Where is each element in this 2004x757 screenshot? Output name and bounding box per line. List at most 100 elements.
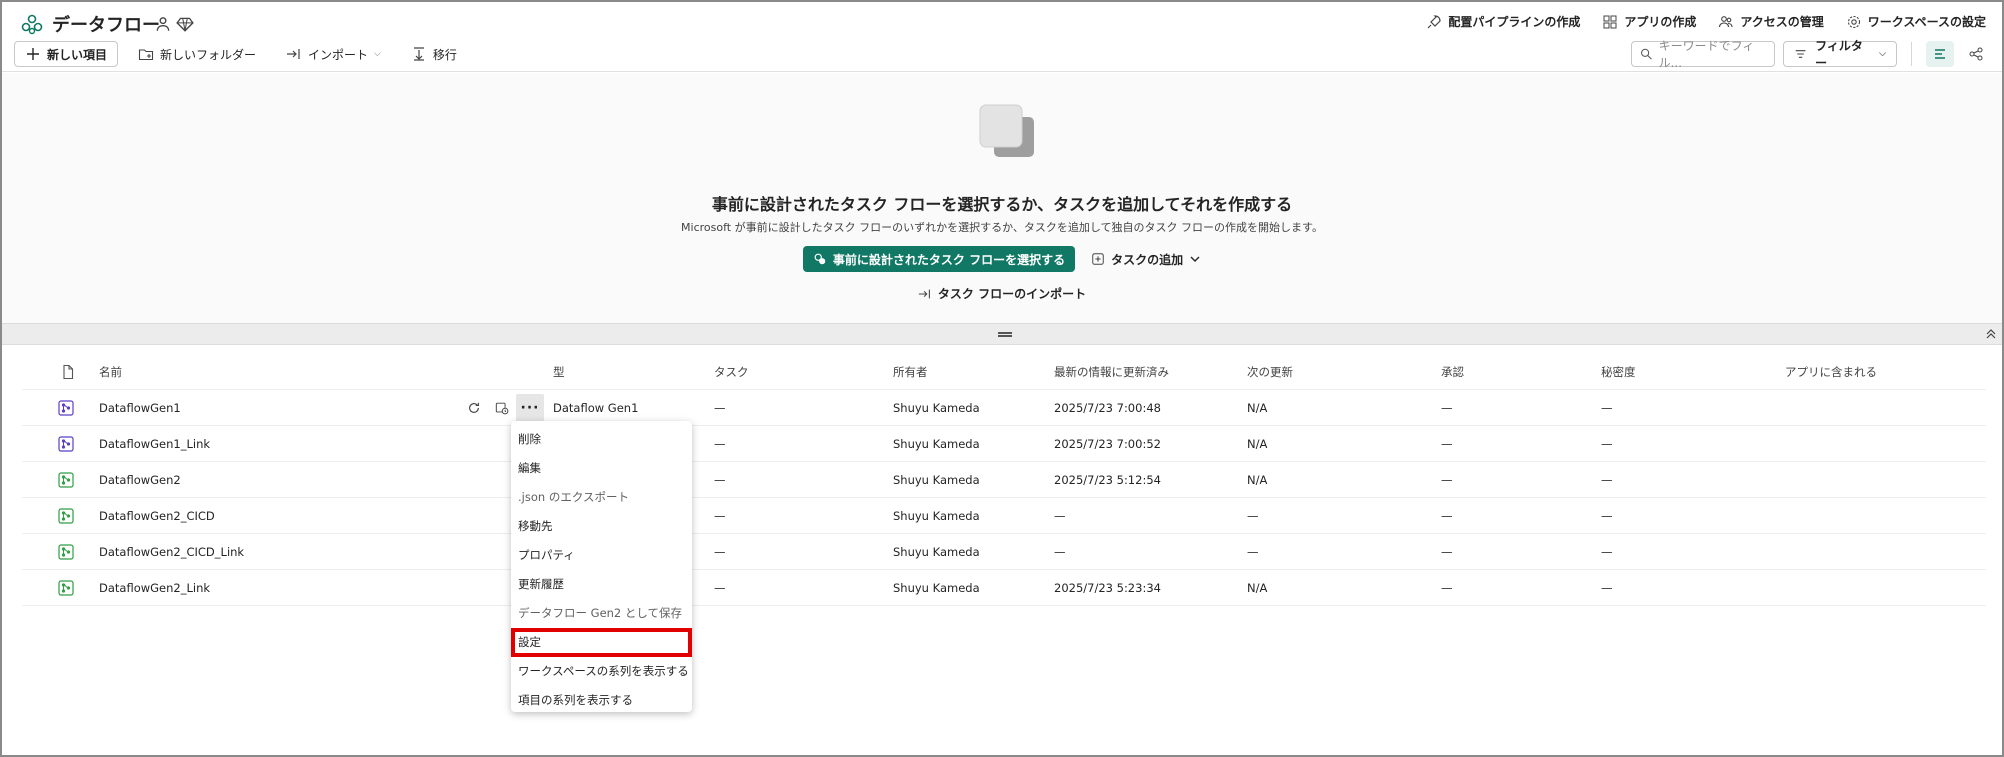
- header-name[interactable]: 名前: [99, 354, 122, 390]
- menu-item-move-to[interactable]: 移動先: [511, 512, 692, 541]
- refresh-button[interactable]: [460, 394, 488, 422]
- list-view-icon: [1935, 49, 1945, 59]
- table-row[interactable]: DataflowGen2_CICD — Shuyu Kameda — — — —: [22, 498, 1986, 534]
- create-app-label: アプリの作成: [1624, 15, 1697, 29]
- header-sensitivity[interactable]: 秘密度: [1601, 354, 1636, 390]
- cell-name[interactable]: DataflowGen2_Link: [99, 570, 210, 606]
- ellipsis-icon: ···: [520, 400, 540, 416]
- import-button[interactable]: インポート ⌵: [276, 41, 391, 67]
- header-refreshed[interactable]: 最新の情報に更新済み: [1054, 354, 1169, 390]
- header-type[interactable]: 型: [553, 354, 565, 390]
- cell-sensitivity: —: [1601, 473, 1613, 487]
- table-row[interactable]: DataflowGen2 — Shuyu Kameda 2025/7/23 5:12:…: [22, 462, 1986, 498]
- select-task-flow-button[interactable]: 事前に設計されたタスク フローを選択する: [802, 246, 1076, 272]
- workspace-settings-button[interactable]: ワークスペースの設定: [1846, 13, 1986, 30]
- panel-splitter[interactable]: [2, 323, 2002, 345]
- chevron-down-icon: [1190, 256, 1200, 262]
- cell-next-refresh: N/A: [1247, 581, 1268, 595]
- plus-icon: [27, 48, 39, 60]
- cell-refreshed: 2025/7/23 5:23:34: [1054, 581, 1161, 595]
- collapse-up-icon[interactable]: [1984, 327, 1998, 341]
- dataflow-icon: [58, 508, 74, 524]
- table-row[interactable]: DataflowGen2_CICD_Link — Shuyu Kameda — — — —: [22, 534, 1986, 570]
- cell-name[interactable]: DataflowGen1: [99, 390, 181, 426]
- menu-item-delete[interactable]: 削除: [511, 425, 692, 454]
- create-app-button[interactable]: アプリの作成: [1602, 13, 1696, 30]
- cell-sensitivity: —: [1601, 581, 1613, 595]
- cell-name[interactable]: DataflowGen1_Link: [99, 426, 210, 462]
- schedule-button[interactable]: [488, 394, 516, 422]
- more-options-button[interactable]: ···: [516, 394, 544, 422]
- cell-sensitivity: —: [1601, 437, 1613, 451]
- task-flow-actions: 事前に設計されたタスク フローを選択する タスクの追加: [2, 246, 2002, 272]
- divider: [1911, 42, 1912, 66]
- import-task-flow-label: タスク フローのインポート: [937, 287, 1087, 301]
- workspace-settings-label: ワークスペースの設定: [1867, 15, 1986, 29]
- drag-handle-icon[interactable]: [998, 332, 1012, 337]
- cell-owner: Shuyu Kameda: [893, 509, 980, 523]
- cell-name[interactable]: DataflowGen2_CICD_Link: [99, 534, 244, 570]
- add-box-icon: [1092, 253, 1104, 265]
- gear-icon: [1847, 15, 1860, 28]
- migrate-icon: [413, 47, 424, 61]
- header-endorsement[interactable]: 承認: [1441, 354, 1464, 390]
- menu-item-item-lineage[interactable]: 項目の系列を表示する: [511, 686, 692, 715]
- dataflow-icon: [58, 400, 74, 416]
- table-row[interactable]: DataflowGen2_Link — Shuyu Kameda 2025/7/23 …: [22, 570, 1986, 606]
- add-task-button[interactable]: タスクの追加: [1091, 246, 1201, 272]
- people-settings-icon[interactable]: [154, 15, 172, 33]
- filter-button[interactable]: フィルター ⌵: [1783, 39, 1897, 70]
- search-input[interactable]: キーワードでフィル...: [1631, 39, 1775, 70]
- header-next-refresh[interactable]: 次の更新: [1247, 354, 1293, 390]
- menu-item-properties[interactable]: プロパティ: [511, 541, 692, 570]
- lineage-view-button[interactable]: [1962, 41, 1990, 67]
- refresh-icon: [469, 402, 479, 413]
- cell-next-refresh: —: [1247, 545, 1259, 559]
- cell-task: —: [714, 545, 726, 559]
- cell-refreshed: —: [1054, 509, 1066, 523]
- new-item-label: 新しい項目: [47, 47, 108, 62]
- cell-endorsement: —: [1441, 509, 1453, 523]
- new-folder-button[interactable]: 新しいフォルダー: [128, 41, 266, 67]
- task-flow-title: 事前に設計されたタスク フローを選択するか、タスクを追加してそれを作成する: [711, 195, 1293, 214]
- diamond-icon[interactable]: [176, 15, 194, 33]
- manage-access-button[interactable]: アクセスの管理: [1718, 13, 1824, 30]
- menu-item-edit[interactable]: 編集: [511, 454, 692, 483]
- app-window: データフロー 配置パイプラインの作成 アプリの作成 アクセスの管理 ワークスペー…: [0, 0, 2004, 757]
- menu-item-workspace-lineage[interactable]: ワークスペースの系列を表示する: [511, 657, 692, 686]
- header-task[interactable]: タスク: [714, 354, 749, 390]
- cell-owner: Shuyu Kameda: [893, 473, 980, 487]
- row-actions: ···: [460, 394, 544, 422]
- folder-add-icon: [138, 49, 154, 61]
- create-pipeline-button[interactable]: 配置パイプラインの作成: [1426, 13, 1580, 30]
- new-item-button[interactable]: 新しい項目: [14, 41, 119, 67]
- select-task-flow-label: 事前に設計されたタスク フローを選択する: [832, 252, 1066, 267]
- people-icon: [1719, 15, 1733, 27]
- create-pipeline-label: 配置パイプラインの作成: [1448, 15, 1581, 29]
- table-row[interactable]: DataflowGen1 Dataflow Gen1— Shuyu Kameda 20…: [22, 390, 1986, 426]
- list-view-button[interactable]: [1926, 41, 1954, 67]
- cell-name[interactable]: DataflowGen2: [99, 462, 181, 498]
- menu-item-export-json[interactable]: .json のエクスポート: [511, 483, 692, 512]
- calendar-clock-icon: [495, 402, 509, 415]
- menu-item-settings[interactable]: 設定: [511, 628, 692, 657]
- menu-item-refresh-history[interactable]: 更新履歴: [511, 570, 692, 599]
- cell-next-refresh: N/A: [1247, 401, 1268, 415]
- cell-sensitivity: —: [1601, 545, 1613, 559]
- header-owner[interactable]: 所有者: [893, 354, 928, 390]
- toolbar: 新しい項目 新しいフォルダー インポート ⌵ 移行: [14, 41, 467, 67]
- header-in-app[interactable]: アプリに含まれる: [1785, 354, 1877, 390]
- cell-name[interactable]: DataflowGen2_CICD: [99, 498, 215, 534]
- cell-task: —: [714, 473, 726, 487]
- cell-refreshed: 2025/7/23 7:00:52: [1054, 437, 1161, 451]
- import-task-flow-button[interactable]: タスク フローのインポート: [2, 285, 2002, 302]
- task-flow-panel: 事前に設計されたタスク フローを選択するか、タスクを追加してそれを作成する Mi…: [2, 73, 2002, 323]
- menu-item-save-as-gen2[interactable]: データフロー Gen2 として保存: [511, 599, 692, 628]
- cell-owner: Shuyu Kameda: [893, 545, 980, 559]
- table-row[interactable]: DataflowGen1_Link — Shuyu Kameda 2025/7/23 …: [22, 426, 1986, 462]
- cell-owner: Shuyu Kameda: [893, 401, 980, 415]
- migrate-button[interactable]: 移行: [401, 41, 467, 67]
- document-icon: [63, 364, 74, 380]
- search-placeholder: キーワードでフィル...: [1658, 39, 1755, 70]
- cell-task: —: [714, 581, 726, 595]
